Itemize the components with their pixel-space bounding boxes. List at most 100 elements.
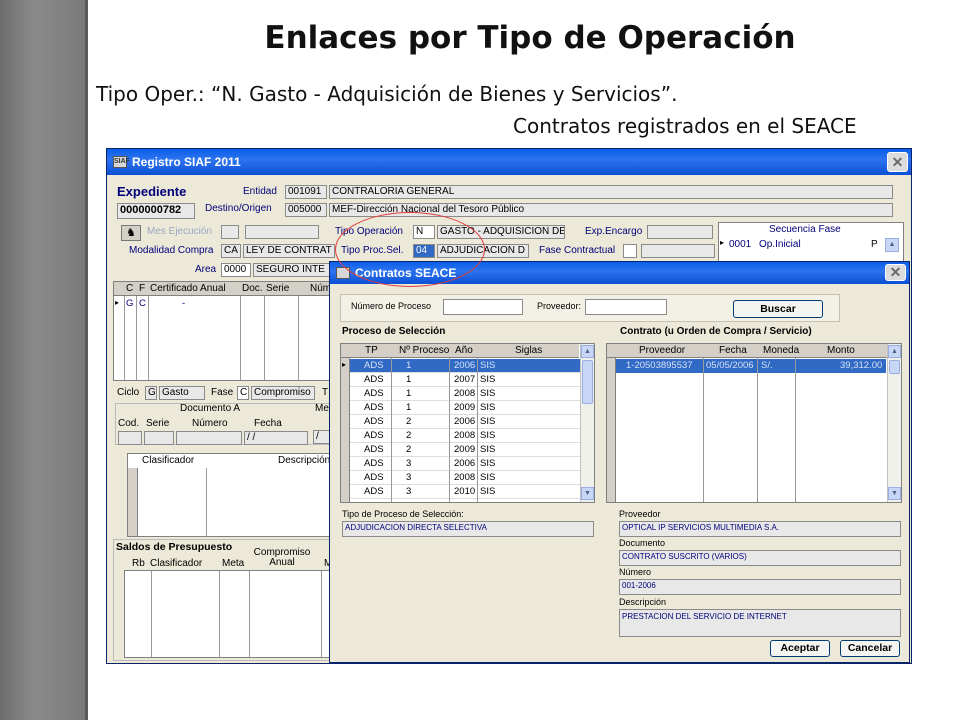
proceso-grid-header: TP Nº Proceso Año Siglas [341, 344, 579, 358]
proveedor-detail-field[interactable]: OPTICAL IP SERVICIOS MULTIMEDIA S.A. [619, 521, 901, 537]
grid-col-line [136, 296, 137, 380]
proceso-scrollbar[interactable]: ▲ ▼ [580, 344, 594, 502]
fase-value[interactable]: Compromiso [251, 386, 315, 400]
row-anio: 2009 [454, 402, 476, 413]
modalidad-value[interactable]: LEY DE CONTRAT [243, 244, 335, 258]
fase-contractual-field-2[interactable] [641, 244, 715, 258]
buscar-button[interactable]: Buscar [733, 300, 823, 318]
proceso-row[interactable]: ADS 3 2010 SIS [350, 485, 580, 499]
highlight-ellipse [335, 212, 485, 287]
col-serie: Serie [266, 283, 290, 294]
proceso-row[interactable]: ADS 1 2007 SIS [350, 373, 580, 387]
binoculars-icon[interactable]: ♞ [121, 225, 141, 241]
numero-proceso-label: Número de Proceso [351, 301, 432, 311]
col-cert: Certificado Anual [150, 283, 226, 294]
proceso-row[interactable]: ADS 2 2008 SIS [350, 429, 580, 443]
numero-detail-field[interactable]: 001-2006 [619, 579, 901, 595]
row-anio: 2010 [454, 486, 476, 497]
expediente-field[interactable]: 0000000782 [117, 203, 195, 219]
col-num: Núm [310, 283, 332, 294]
scroll-up-icon[interactable]: ▲ [581, 345, 594, 358]
seace-search-bar: Número de Proceso Proveedor: Buscar [340, 294, 840, 322]
row-np: 1 [406, 388, 412, 399]
area-code[interactable]: 0000 [221, 263, 251, 277]
scroll-up-icon[interactable]: ▲ [888, 345, 901, 358]
destino-code-field[interactable]: 005000 [285, 203, 327, 217]
expediente-label: Expediente [117, 184, 187, 199]
row-tp: ADS [364, 458, 384, 469]
siaf-grid-header: C F Certificado Anual Doc. Serie Núm [114, 282, 334, 296]
entidad-code-field[interactable]: 001091 [285, 185, 327, 199]
modalidad-code[interactable]: CA [221, 244, 241, 258]
proceso-row[interactable]: ADS 1 2008 SIS [350, 387, 580, 401]
row-siglas: SIS [480, 360, 496, 371]
row-tp: ADS [364, 388, 384, 399]
proveedor-input[interactable] [585, 299, 667, 315]
row-tp: ADS [364, 374, 384, 385]
clasificador-row-header [128, 468, 138, 536]
secuencia-scroll-up[interactable]: ▲ [885, 238, 899, 252]
scroll-thumb[interactable] [582, 360, 593, 404]
fecha-col: Fecha [719, 345, 747, 356]
descripcion-detail-field[interactable]: PRESTACION DEL SERVICIO DE INTERNET [619, 609, 901, 637]
cancelar-button[interactable]: Cancelar [840, 640, 900, 657]
ciclo-value[interactable]: Gasto [159, 386, 205, 400]
modalidad-label: Modalidad Compra [129, 245, 214, 256]
row-moneda: S/. [761, 360, 773, 371]
siaf-app-icon: SIAF [113, 156, 130, 168]
row-anio: 2008 [454, 388, 476, 399]
meta-label: Meta [222, 558, 245, 569]
mes-ejecucion-field[interactable] [221, 225, 239, 239]
doc-cod-field[interactable] [118, 431, 142, 445]
row-f: C [139, 298, 146, 309]
proceso-row[interactable]: ADS 3 2006 SIS [350, 457, 580, 471]
numero-detail-label: Número [619, 567, 652, 577]
proceso-row-header [341, 358, 350, 502]
mes-ejecucion-field-2[interactable] [245, 225, 319, 239]
contrato-row[interactable]: 1-20503895537 05/05/2006 S/. 39,312.00 [616, 359, 886, 373]
row-np: 1 [406, 402, 412, 413]
numero-proceso-input[interactable] [443, 299, 523, 315]
row-anio: 2009 [454, 444, 476, 455]
doc-serie-field[interactable] [144, 431, 174, 445]
doc-fecha-field[interactable]: / / [244, 431, 308, 445]
row-np: 2 [406, 430, 412, 441]
row-anio: 2008 [454, 430, 476, 441]
doc-numero-field[interactable] [176, 431, 242, 445]
serie-label: Serie [146, 418, 170, 429]
grid-col-line [298, 296, 299, 380]
ciclo-code[interactable]: G [145, 386, 157, 400]
secuencia-value: Op.Inicial [759, 239, 801, 250]
secuencia-fase-panel: Secuencia Fase ▸ 0001 Op.Inicial P ▲ [718, 222, 904, 266]
proceso-row[interactable]: ADS 3 2008 SIS [350, 471, 580, 485]
row-np: 3 [406, 472, 412, 483]
scroll-down-icon[interactable]: ▼ [581, 487, 594, 500]
contrato-row-header [607, 358, 616, 502]
tipo-proceso-field[interactable]: ADJUDICACION DIRECTA SELECTIVA [342, 521, 594, 537]
fase-contractual-field[interactable] [623, 244, 637, 258]
exp-encargo-field[interactable] [647, 225, 713, 239]
row-monto: 39,312.00 [840, 360, 883, 371]
siaf-grid-row[interactable]: ▸ G C - [114, 297, 334, 311]
scroll-thumb[interactable] [889, 360, 900, 374]
aceptar-button[interactable]: Aceptar [770, 640, 830, 657]
contrato-scrollbar[interactable]: ▲ ▼ [887, 344, 901, 502]
row-dash: - [182, 298, 186, 309]
row-np: 3 [406, 486, 412, 497]
entidad-name-field[interactable]: CONTRALORIA GENERAL [329, 185, 893, 199]
row-tp: ADS [364, 416, 384, 427]
siaf-close-button[interactable]: ✕ [887, 152, 908, 172]
documento-detail-field[interactable]: CONTRATO SUSCRITO (VARIOS) [619, 550, 901, 566]
proceso-row[interactable]: ADS 1 2009 SIS [350, 401, 580, 415]
seace-close-button[interactable]: ✕ [885, 264, 906, 281]
proceso-row[interactable]: ADS 2 2009 SIS [350, 443, 580, 457]
proceso-row[interactable]: ADS 1 2006 SIS [350, 359, 580, 373]
row-siglas: SIS [480, 402, 496, 413]
row-tp: ADS [364, 402, 384, 413]
proceso-row[interactable]: ADS 2 2006 SIS [350, 415, 580, 429]
proveedor-detail-label: Proveedor [619, 509, 661, 519]
siaf-titlebar[interactable]: SIAF Registro SIAF 2011 ✕ [107, 149, 911, 175]
proveedor-col: Proveedor [639, 345, 686, 356]
scroll-down-icon[interactable]: ▼ [888, 487, 901, 500]
fase-code[interactable]: C [237, 386, 249, 400]
